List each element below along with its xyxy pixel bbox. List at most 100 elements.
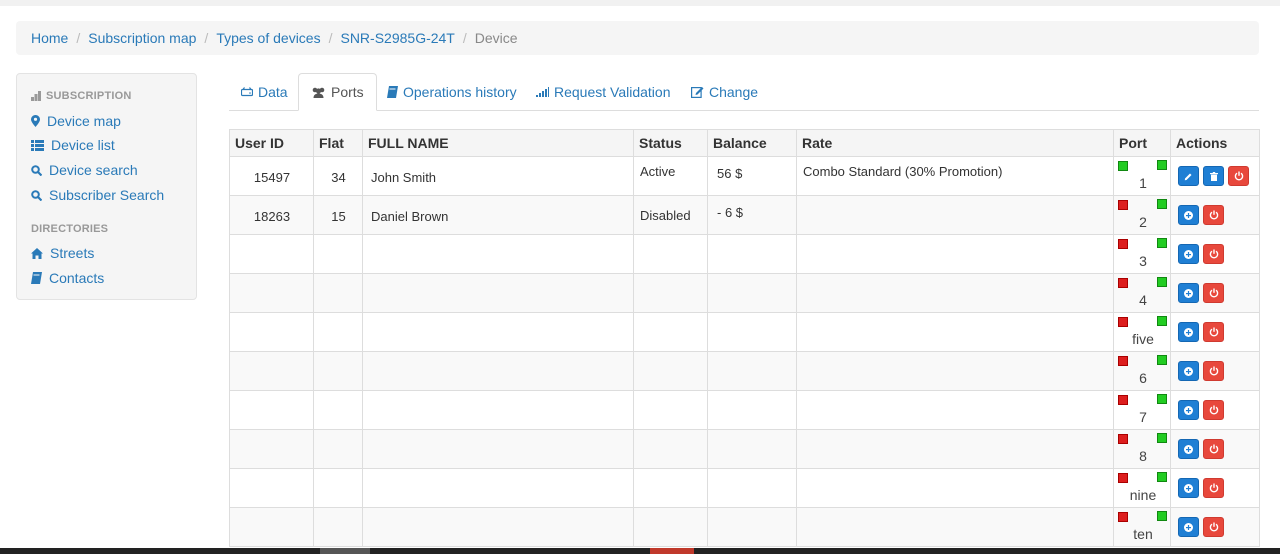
add-button[interactable] bbox=[1178, 439, 1199, 459]
port-number: 3 bbox=[1139, 253, 1147, 269]
trash-icon bbox=[1209, 171, 1218, 181]
edit-button[interactable] bbox=[1178, 166, 1199, 186]
table-row: ten bbox=[229, 508, 1260, 547]
sidebar-item-device-list[interactable]: Device list bbox=[31, 137, 115, 153]
breadcrumb-device-model[interactable]: SNR-S2985G-24T bbox=[340, 30, 454, 46]
sidebar-item-device-search[interactable]: Device search bbox=[31, 162, 138, 178]
table-row: 18263 15 Daniel Brown Disabled - 6 $ 2 bbox=[229, 196, 1260, 235]
sidebar-item-subscriber-search[interactable]: Subscriber Search bbox=[31, 187, 164, 203]
power-button[interactable] bbox=[1203, 400, 1224, 420]
sidebar: SUBSCRIPTION Device map Device list Devi… bbox=[16, 73, 197, 300]
book-icon bbox=[387, 85, 398, 98]
power-button[interactable] bbox=[1203, 478, 1224, 498]
plus-circle-icon bbox=[1184, 366, 1193, 376]
breadcrumb-subscription-map[interactable]: Subscription map bbox=[88, 30, 196, 46]
port-link-indicator bbox=[1118, 317, 1128, 327]
port-link-indicator bbox=[1118, 434, 1128, 444]
power-button[interactable] bbox=[1203, 244, 1224, 264]
cell-user-id bbox=[230, 274, 314, 312]
power-button[interactable] bbox=[1203, 517, 1224, 537]
port-link-indicator bbox=[1118, 239, 1128, 249]
power-icon bbox=[1209, 366, 1219, 376]
delete-button[interactable] bbox=[1203, 166, 1224, 186]
sidebar-item-label: Device list bbox=[51, 137, 115, 153]
plus-circle-icon bbox=[1184, 444, 1193, 454]
port-link-indicator bbox=[1118, 512, 1128, 522]
sidebar-item-contacts[interactable]: Contacts bbox=[31, 270, 104, 286]
sidebar-item-streets[interactable]: Streets bbox=[31, 245, 94, 261]
port-status-indicator bbox=[1157, 394, 1167, 404]
port-status-indicator bbox=[1157, 199, 1167, 209]
power-button[interactable] bbox=[1203, 361, 1224, 381]
cell-rate bbox=[797, 508, 1114, 546]
tab-operations-history[interactable]: Operations history bbox=[387, 73, 517, 110]
cell-user-id bbox=[230, 313, 314, 351]
breadcrumb: Home / Subscription map / Types of devic… bbox=[16, 21, 1259, 55]
breadcrumb-current: Device bbox=[474, 30, 518, 46]
power-button[interactable] bbox=[1203, 322, 1224, 342]
sitemap-icon bbox=[31, 91, 41, 101]
cell-flat bbox=[314, 352, 363, 390]
power-icon bbox=[1209, 444, 1219, 454]
add-button[interactable] bbox=[1178, 322, 1199, 342]
port-number: five bbox=[1132, 331, 1154, 347]
tab-request-validation[interactable]: Request Validation bbox=[536, 73, 670, 110]
sidebar-header-directories: DIRECTORIES bbox=[31, 223, 108, 235]
port-link-indicator bbox=[1118, 278, 1128, 288]
breadcrumb-types-of-devices[interactable]: Types of devices bbox=[216, 30, 320, 46]
cell-balance bbox=[708, 508, 797, 546]
status-text: Disabled bbox=[640, 208, 691, 223]
breadcrumb-home[interactable]: Home bbox=[31, 30, 68, 46]
flat-text: 15 bbox=[331, 209, 346, 224]
add-button[interactable] bbox=[1178, 283, 1199, 303]
port-number: 6 bbox=[1139, 370, 1147, 386]
table-row: five bbox=[229, 313, 1260, 352]
add-button[interactable] bbox=[1178, 517, 1199, 537]
cell-full-name bbox=[363, 352, 634, 390]
port-status-indicator bbox=[1157, 160, 1167, 170]
breadcrumb-separator: / bbox=[462, 30, 467, 46]
power-button[interactable] bbox=[1203, 439, 1224, 459]
port-link-indicator bbox=[1118, 161, 1128, 171]
tab-label: Request Validation bbox=[554, 83, 671, 100]
cell-user-id bbox=[230, 430, 314, 468]
tab-label: Operations history bbox=[403, 83, 517, 100]
tab-data[interactable]: Data bbox=[241, 73, 288, 110]
add-button[interactable] bbox=[1178, 478, 1199, 498]
add-button[interactable] bbox=[1178, 205, 1199, 225]
plus-circle-icon bbox=[1184, 522, 1193, 532]
tab-ports[interactable]: Ports bbox=[298, 73, 377, 111]
sidebar-header-subscription: SUBSCRIPTION bbox=[31, 90, 132, 102]
plus-circle-icon bbox=[1184, 210, 1193, 220]
cell-status bbox=[634, 313, 708, 351]
cell-balance bbox=[708, 391, 797, 429]
power-button[interactable] bbox=[1228, 166, 1249, 186]
table-row: nine bbox=[229, 469, 1260, 508]
add-button[interactable] bbox=[1178, 244, 1199, 264]
power-button[interactable] bbox=[1203, 283, 1224, 303]
status-text: Active bbox=[640, 164, 676, 179]
users-icon bbox=[312, 87, 325, 98]
search-icon bbox=[31, 189, 42, 201]
cell-rate bbox=[797, 430, 1114, 468]
sidebar-header-label: DIRECTORIES bbox=[31, 223, 109, 235]
tab-change[interactable]: Change bbox=[691, 73, 758, 110]
cell-rate bbox=[797, 352, 1114, 390]
port-number: 2 bbox=[1139, 214, 1147, 230]
bottom-bar bbox=[0, 548, 1280, 554]
add-button[interactable] bbox=[1178, 400, 1199, 420]
power-button[interactable] bbox=[1203, 205, 1224, 225]
power-icon bbox=[1234, 171, 1244, 181]
cell-full-name bbox=[363, 430, 634, 468]
cell-user-id bbox=[230, 391, 314, 429]
sidebar-item-label: Device map bbox=[47, 113, 121, 129]
table-row: 8 bbox=[229, 430, 1260, 469]
table-row: 7 bbox=[229, 391, 1260, 430]
sidebar-item-label: Contacts bbox=[49, 270, 105, 286]
breadcrumb-separator: / bbox=[76, 30, 81, 46]
port-status-indicator bbox=[1157, 433, 1167, 443]
sidebar-item-device-map[interactable]: Device map bbox=[31, 113, 121, 129]
port-number: nine bbox=[1129, 487, 1157, 503]
add-button[interactable] bbox=[1178, 361, 1199, 381]
cell-rate bbox=[797, 469, 1114, 507]
